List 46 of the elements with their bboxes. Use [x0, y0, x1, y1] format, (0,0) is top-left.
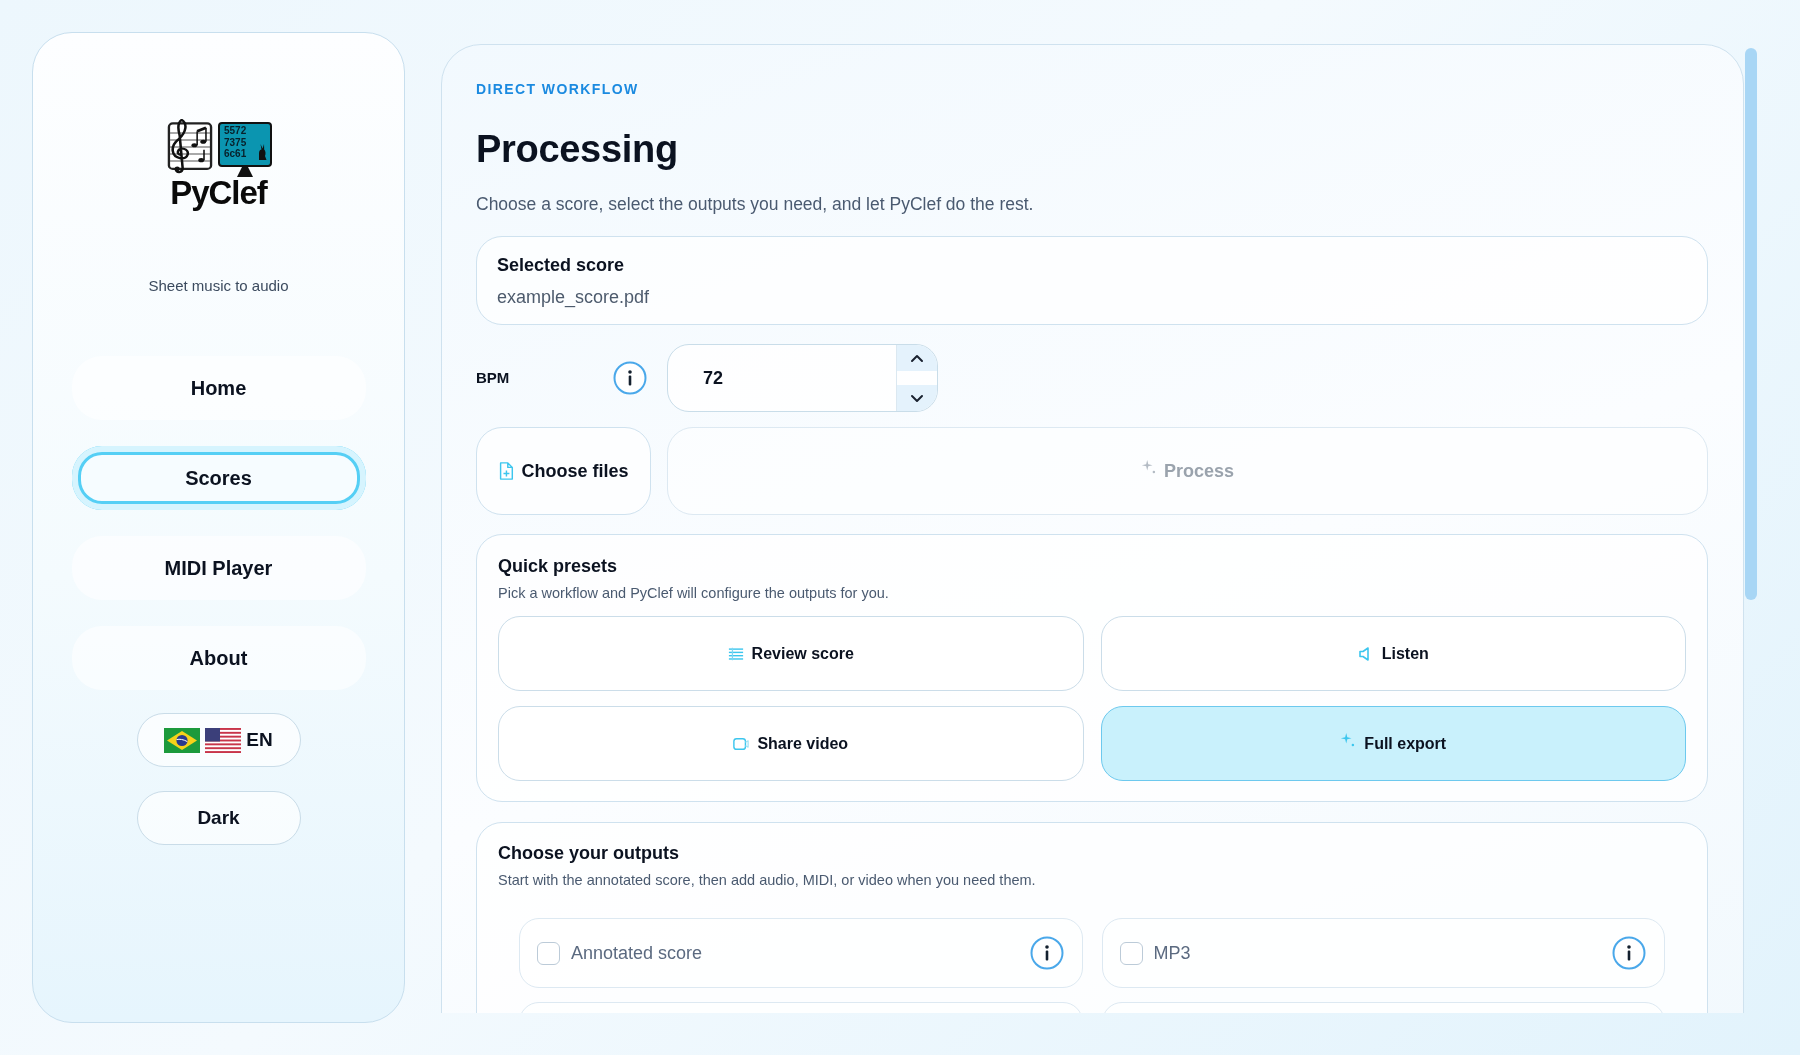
preset-button[interactable]: Full export	[1100, 706, 1686, 781]
nav-item[interactable]: About	[71, 626, 366, 690]
choose-files-button[interactable]: Choose files	[476, 427, 651, 515]
preset-button[interactable]: Share video	[498, 706, 1084, 781]
scrollbar-thumb[interactable]	[1745, 48, 1757, 600]
bpm-label: BPM	[476, 368, 511, 388]
logo-code-text: 5572	[224, 125, 247, 137]
chevron-up-icon	[910, 353, 924, 363]
brazil-flag-icon	[164, 727, 201, 753]
chevron-down-icon	[910, 393, 924, 403]
card-title: Quick presets	[498, 555, 618, 578]
rabbit-icon	[257, 143, 267, 161]
checkbox[interactable]	[537, 941, 560, 965]
theme-toggle[interactable]: Dark	[136, 791, 301, 845]
sparkle-icon	[1140, 459, 1157, 475]
card-title: Selected score	[497, 254, 625, 277]
music-staff-icon	[165, 119, 214, 175]
us-flag-icon	[205, 727, 242, 753]
logo-wordmark: PyClef	[170, 177, 267, 209]
option-label: MP3	[1153, 942, 1191, 965]
nav-item[interactable]: Scores	[71, 446, 366, 510]
logo-code-text: 6c61	[224, 148, 247, 160]
file-name: example_score.pdf	[497, 286, 650, 309]
info-icon[interactable]	[1029, 936, 1064, 970]
option-label: Annotated score	[571, 942, 703, 965]
preset-button[interactable]: Review score	[498, 616, 1084, 691]
logo-code-text: 7375	[224, 136, 247, 148]
bpm-field[interactable]: 72	[667, 344, 938, 412]
card-title: Choose your outputs	[498, 842, 679, 865]
card-description: Pick a workflow and PyClef will configure the outputs for you.	[498, 584, 889, 603]
nav-item[interactable]: Home	[71, 356, 366, 420]
nav-item[interactable]: MIDI Player	[71, 536, 366, 600]
page-subtitle: Choose a score, select the outputs you need, and let PyClef do the rest.	[476, 193, 1034, 216]
increment-button[interactable]	[897, 345, 937, 371]
sparkle-icon	[1340, 731, 1357, 748]
section-eyebrow: DIRECT WORKFLOW	[476, 80, 639, 98]
page-title: Processing	[476, 127, 678, 172]
card-description: Start with the annotated score, then add audio, MIDI, or video when you need them.	[498, 871, 1036, 890]
file-plus-icon	[498, 462, 515, 480]
info-icon[interactable]	[613, 361, 647, 395]
info-icon[interactable]	[1612, 936, 1646, 970]
preset-button[interactable]: Listen	[1100, 616, 1686, 691]
tagline: Sheet music to audio	[148, 277, 289, 295]
checkbox[interactable]	[1119, 941, 1143, 965]
decrement-button[interactable]	[897, 385, 937, 411]
language-toggle[interactable]: EN	[136, 713, 301, 767]
